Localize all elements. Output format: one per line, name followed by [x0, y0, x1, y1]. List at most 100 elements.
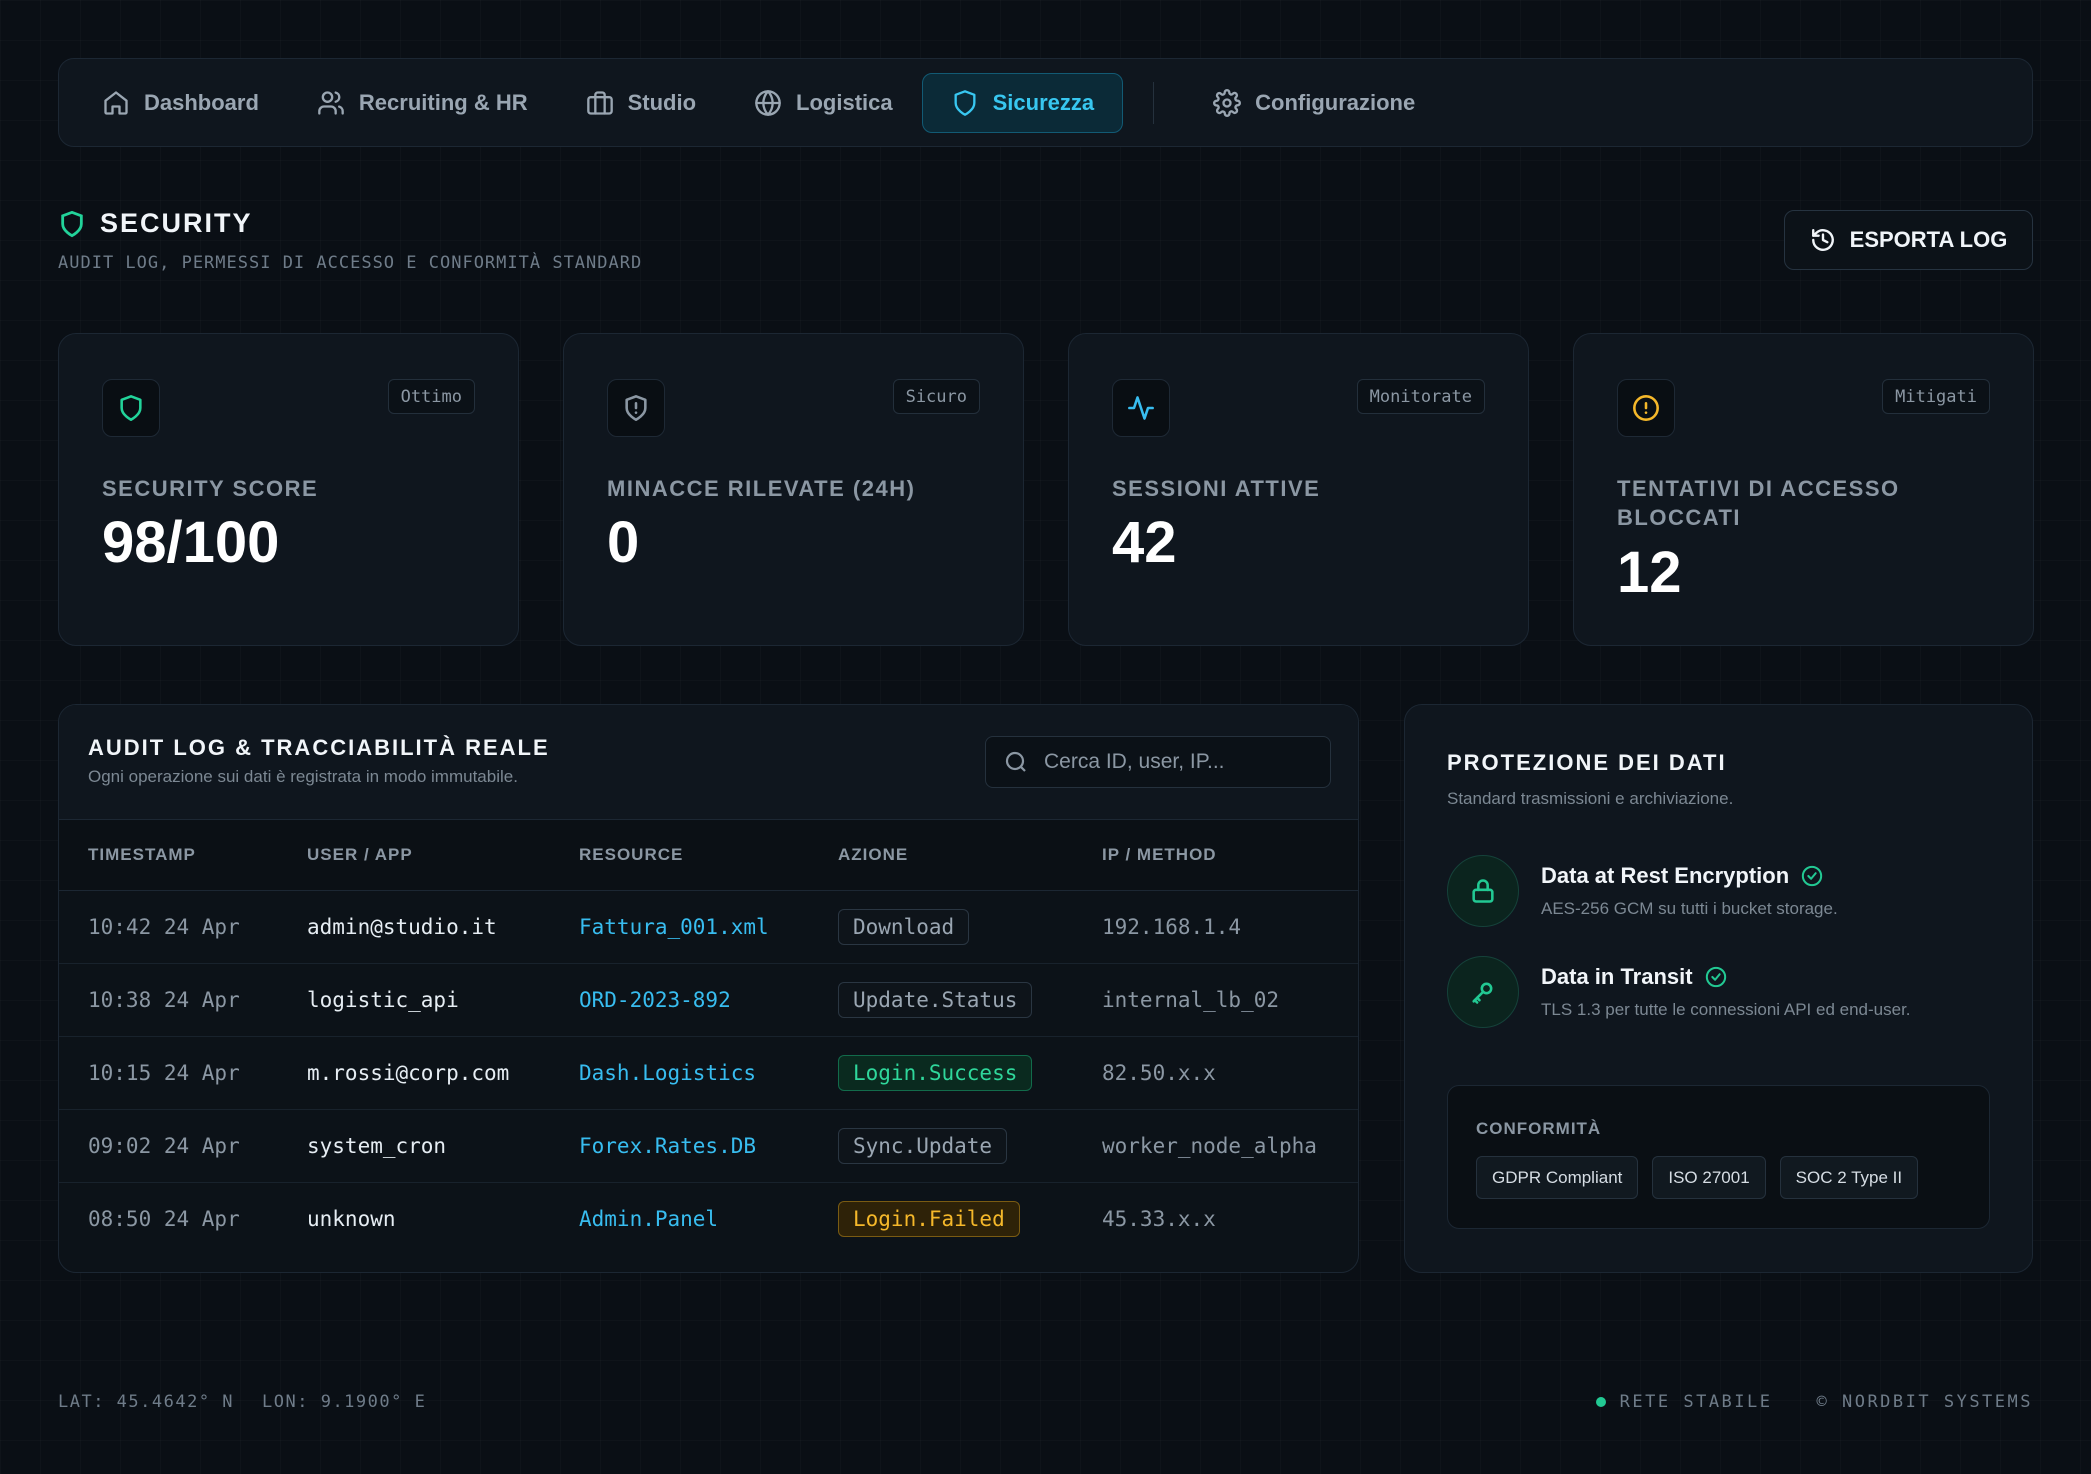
- cell-ip: 45.33.x.x: [1102, 1206, 1216, 1231]
- table-row[interactable]: 10:15 24 Apr m.rossi@corp.com Dash.Logis…: [59, 1036, 1358, 1109]
- search-icon: [1005, 751, 1026, 772]
- home-icon: [104, 90, 128, 115]
- data-protection-subtitle: Standard trasmissioni e archiviazione.: [1447, 789, 1734, 808]
- cell-ip: internal_lb_02: [1102, 987, 1280, 1012]
- table-row[interactable]: 09:02 24 Apr system_cron Forex.Rates.DB …: [59, 1109, 1358, 1182]
- footer-lat: LAT: 45.4642° N: [58, 1392, 235, 1412]
- status-dot-icon: [1595, 1397, 1606, 1407]
- audit-log-table: TIMESTAMP USER / APP RESOURCE AZIONE IP …: [59, 820, 1358, 1255]
- column-header-resource[interactable]: RESOURCE: [579, 820, 838, 890]
- column-header-action[interactable]: AZIONE: [838, 820, 1102, 890]
- protection-name: Data in Transit: [1541, 964, 1911, 990]
- table-row[interactable]: 08:50 24 Apr unknown Admin.Panel Login.F…: [59, 1182, 1358, 1255]
- stat-icon-box: [102, 379, 160, 437]
- nav-item-recruiting[interactable]: Recruiting & HR: [288, 73, 557, 133]
- shield-alert-icon: [625, 395, 647, 421]
- protection-desc: TLS 1.3 per tutte le connessioni API ed …: [1541, 1000, 1911, 1019]
- cell-action: Login.Success: [838, 1036, 1102, 1109]
- users-icon: [318, 90, 344, 115]
- cell-resource-link[interactable]: Admin.Panel: [579, 1182, 838, 1255]
- export-log-label: ESPORTA LOG: [1849, 227, 2008, 252]
- status-badge: Ottimo: [387, 379, 475, 414]
- compliance-tags: GDPR Compliant ISO 27001 SOC 2 Type II: [1476, 1156, 1919, 1199]
- protection-name-text: Data in Transit: [1541, 964, 1693, 989]
- shield-icon: [61, 210, 83, 237]
- cell-action: Download: [838, 890, 1102, 963]
- nav-item-configurazione[interactable]: Configurazione: [1184, 73, 1444, 133]
- stat-value: 0: [607, 510, 640, 575]
- action-badge-success: Login.Success: [838, 1054, 1033, 1091]
- key-icon: [1472, 982, 1493, 1004]
- protection-icon-circle: [1447, 956, 1519, 1028]
- nav-item-sicurezza[interactable]: Sicurezza: [921, 72, 1124, 133]
- page-subtitle: AUDIT LOG, PERMESSI DI ACCESSO E CONFORM…: [58, 253, 643, 273]
- protection-desc: AES-256 GCM su tutti i bucket storage.: [1541, 899, 1838, 918]
- top-nav: Dashboard Recruiting & HR Studio Logisti…: [58, 58, 2033, 147]
- stat-icon-box: [607, 379, 665, 437]
- stat-label: SECURITY SCORE: [102, 476, 319, 501]
- cell-ip: worker_node_alpha: [1102, 1133, 1317, 1158]
- audit-log-title: AUDIT LOG & TRACCIABILITÀ REALE: [88, 735, 550, 760]
- cell-timestamp: 10:38 24 Apr: [88, 987, 240, 1012]
- check-circle-icon: [1705, 966, 1726, 988]
- table-row[interactable]: 10:38 24 Apr logistic_api ORD-2023-892 U…: [59, 963, 1358, 1036]
- nav-item-label: Logistica: [796, 89, 893, 115]
- cell-resource-link[interactable]: Forex.Rates.DB: [579, 1109, 838, 1182]
- network-status: RETE STABILE: [1595, 1392, 1773, 1412]
- cell-resource-link[interactable]: ORD-2023-892: [579, 963, 838, 1036]
- stat-label: SESSIONI ATTIVE: [1112, 476, 1321, 501]
- stat-card-threats: Sicuro MINACCE RILEVATE (24H) 0: [563, 333, 1024, 646]
- nav-item-label: Recruiting & HR: [358, 89, 528, 115]
- column-header-user[interactable]: USER / APP: [307, 820, 579, 890]
- audit-log-panel: AUDIT LOG & TRACCIABILITÀ REALE Ogni ope…: [58, 704, 1359, 1273]
- column-header-timestamp[interactable]: TIMESTAMP: [59, 820, 307, 890]
- stats-row: Ottimo SECURITY SCORE 98/100 Sicuro MINA…: [58, 333, 2034, 646]
- globe-icon: [755, 89, 781, 116]
- nav-item-logistica[interactable]: Logistica: [725, 73, 922, 133]
- status-badge: Monitorate: [1356, 379, 1485, 414]
- protection-name-text: Data at Rest Encryption: [1541, 863, 1790, 888]
- page-title: SECURITY: [58, 208, 642, 239]
- nav-item-label: Dashboard: [144, 89, 259, 115]
- compliance-title: CONFORMITÀ: [1476, 1119, 1602, 1138]
- compliance-box: CONFORMITÀ GDPR Compliant ISO 27001 SOC …: [1447, 1085, 1990, 1229]
- cell-ip: 192.168.1.4: [1102, 914, 1242, 939]
- compliance-tag: SOC 2 Type II: [1779, 1156, 1919, 1199]
- cell-timestamp: 10:42 24 Apr: [88, 914, 240, 939]
- shield-icon: [120, 395, 142, 421]
- export-log-button[interactable]: ESPORTA LOG: [1784, 210, 2033, 270]
- nav-item-studio[interactable]: Studio: [557, 73, 725, 133]
- cell-timestamp: 09:02 24 Apr: [88, 1133, 240, 1158]
- data-protection-title: PROTEZIONE DEI DATI: [1447, 750, 1727, 775]
- action-badge: Update.Status: [838, 981, 1033, 1018]
- search-input[interactable]: [1044, 750, 1304, 774]
- nav-item-label: Studio: [627, 89, 697, 115]
- cell-timestamp: 08:50 24 Apr: [88, 1206, 240, 1231]
- nav-item-dashboard[interactable]: Dashboard: [73, 73, 288, 133]
- audit-log-subtitle: Ogni operazione sui dati è registrata in…: [88, 767, 518, 786]
- briefcase-icon: [586, 90, 613, 115]
- shield-icon: [954, 89, 976, 116]
- footer-copyright: © NORDBIT SYSTEMS: [1816, 1392, 2033, 1412]
- activity-icon: [1128, 396, 1154, 420]
- stat-card-blocked-attempts: Mitigati TENTATIVI DI ACCESSO BLOCCATI 1…: [1573, 333, 2034, 646]
- history-icon: [1811, 229, 1834, 251]
- cell-resource-link[interactable]: Fattura_001.xml: [579, 890, 838, 963]
- protection-icon-circle: [1447, 855, 1519, 927]
- table-row[interactable]: 10:42 24 Apr admin@studio.it Fattura_001…: [59, 890, 1358, 963]
- nav-item-label: Configurazione: [1255, 89, 1416, 115]
- table-header-row: TIMESTAMP USER / APP RESOURCE AZIONE IP …: [59, 820, 1358, 890]
- stat-label: TENTATIVI DI ACCESSO BLOCCATI: [1617, 476, 1900, 530]
- cell-resource-link[interactable]: Dash.Logistics: [579, 1036, 838, 1109]
- cell-user: unknown: [307, 1206, 396, 1231]
- stat-icon-box: [1617, 379, 1675, 437]
- action-badge: Sync.Update: [838, 1127, 1008, 1164]
- cell-user: system_cron: [307, 1133, 447, 1158]
- stat-value: 98/100: [102, 510, 280, 575]
- cell-action: Login.Failed: [838, 1182, 1102, 1255]
- column-header-ip[interactable]: IP / METHOD: [1102, 820, 1358, 890]
- compliance-tag: ISO 27001: [1652, 1156, 1766, 1199]
- alert-circle-icon: [1633, 395, 1659, 421]
- protection-item-rest: Data at Rest Encryption AES-256 GCM su t…: [1447, 855, 1838, 927]
- check-circle-icon: [1801, 865, 1823, 887]
